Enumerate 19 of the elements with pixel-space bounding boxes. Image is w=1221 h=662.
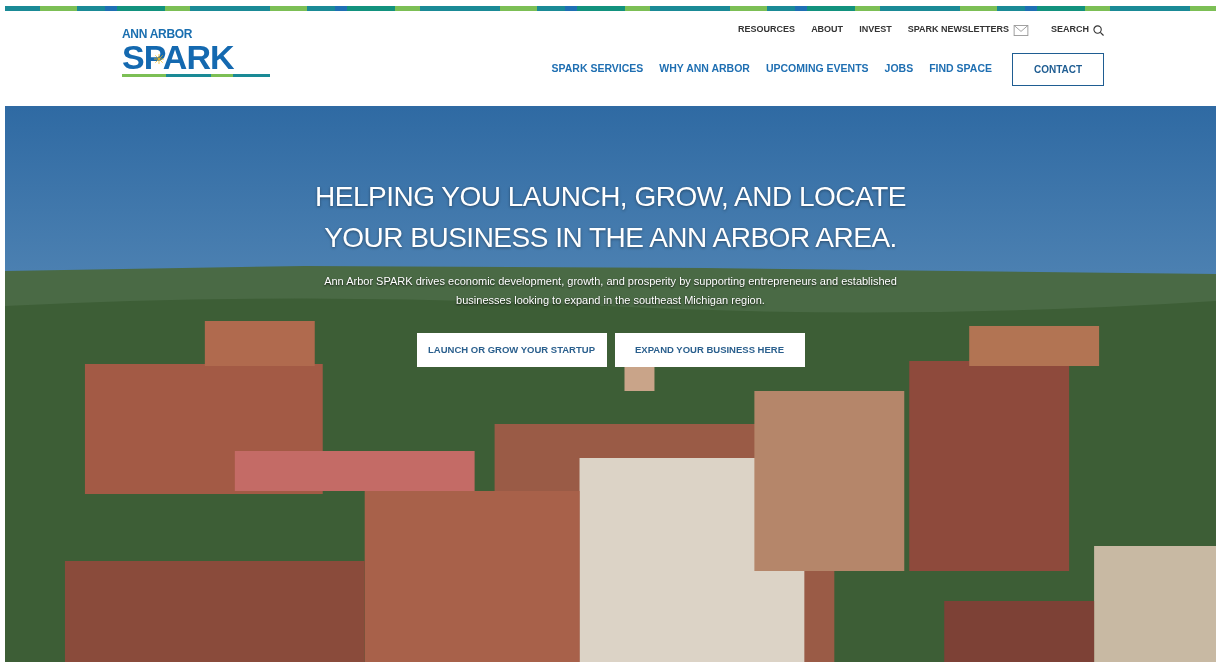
cta-button[interactable]: EXPAND YOUR BUSINESS HERE [614, 333, 805, 368]
cta-button[interactable]: LAUNCH OR GROW YOUR STARTUP [416, 333, 607, 368]
utility-nav-link[interactable]: INVEST [859, 23, 892, 37]
utility-nav-link[interactable]: ABOUT [811, 23, 844, 37]
utility-nav-link[interactable]: SPARK NEWSLETTERS [907, 23, 1029, 37]
logo-subtitle[interactable]: ANN ARBOR [122, 28, 270, 40]
utility-nav-link[interactable]: RESOURCES [738, 23, 796, 37]
nav-label: SEARCH [1051, 23, 1089, 37]
hero-description: Ann Arbor SPARK drives economic development, growth, and prosperity by supporting entrepreneurs and established businesses looking to expand in the southeast Michigan region. [323, 274, 898, 308]
main-nav-link[interactable]: UPCOMING EVENTS [765, 61, 869, 78]
main-nav-link[interactable]: SPARK SERVICES [551, 61, 644, 78]
logo-wordmark[interactable]: SPARK [122, 40, 234, 74]
nav-label: SPARK NEWSLETTERS [907, 23, 1009, 37]
main-nav-link[interactable]: FIND SPACE [929, 61, 992, 78]
search-link[interactable]: SEARCH [1051, 23, 1104, 37]
main-nav-link[interactable]: WHY ANN ARBOR [659, 61, 750, 78]
contact-button[interactable]: CONTACT [1012, 52, 1104, 86]
hero-heading: HELPING YOU LAUNCH, GROW, AND LOCATE YOUR BUSINESS IN THE ANN ARBOR AREA. [314, 180, 907, 255]
main-nav-link[interactable]: JOBS [884, 61, 914, 78]
